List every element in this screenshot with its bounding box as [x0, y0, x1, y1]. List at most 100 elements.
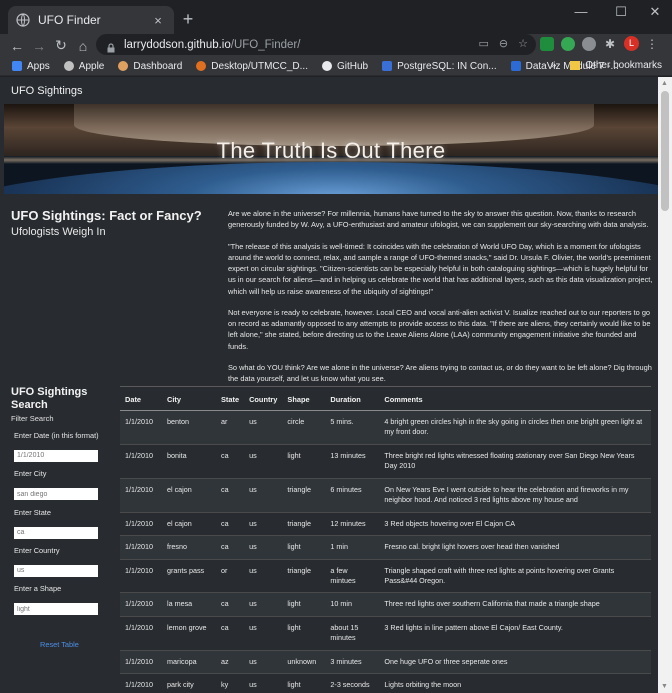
table-cell: el cajon — [162, 512, 216, 537]
table-header-row: Date City State Country Shape Duration C… — [120, 386, 651, 411]
table-cell: us — [244, 444, 283, 479]
table-cell: light — [282, 535, 326, 560]
bookmark-desktop[interactable]: Desktop/UTMCC_D... — [196, 61, 308, 72]
apple-icon — [63, 61, 74, 71]
table-row: 1/1/2010 park city ky us light 2-3 seconds Lig… — [120, 673, 651, 693]
menu-kebab-icon[interactable]: ⋮ — [646, 37, 658, 51]
shape-input[interactable] — [14, 603, 98, 616]
city-input[interactable] — [14, 488, 98, 501]
scroll-up-icon[interactable]: ▲ — [661, 80, 668, 87]
intro-heading-block: UFO Sightings: Fact or Fancy? Ufologists… — [11, 208, 221, 238]
puzzle-icon[interactable]: ✱ — [603, 37, 617, 51]
table-cell: 6 minutes — [325, 478, 380, 513]
table-cell: light — [282, 444, 326, 479]
column-header: Shape — [282, 386, 326, 411]
window-close-icon[interactable]: ✕ — [640, 4, 670, 20]
table-cell: us — [244, 478, 283, 513]
cast-icon[interactable]: ▭ — [479, 37, 489, 50]
table-cell: maricopa — [162, 650, 216, 675]
new-tab-button[interactable]: + — [178, 9, 198, 29]
date-input[interactable] — [14, 449, 98, 462]
github-icon — [321, 61, 332, 71]
table-cell: On New Years Eve I went outside to hear … — [379, 478, 651, 513]
navbar-brand[interactable]: UFO Sightings — [11, 85, 83, 97]
table-cell: lemon grove — [162, 616, 216, 651]
extension-icon[interactable] — [582, 36, 596, 51]
table-cell: 1/1/2010 — [120, 444, 162, 479]
maximize-icon[interactable]: ☐ — [606, 4, 636, 20]
bookmark-apps[interactable]: Apps — [12, 61, 50, 72]
forward-arrow-icon[interactable]: → — [28, 38, 50, 54]
table-cell: ar — [216, 410, 245, 445]
country-input[interactable] — [14, 564, 98, 577]
reload-icon[interactable]: ↻ — [50, 37, 72, 54]
browser-toolbar: ← → ↻ ⌂ larrydodson.github.io/UFO_Finder… — [0, 34, 672, 57]
table-cell: az — [216, 650, 245, 675]
star-icon[interactable]: ☆ — [518, 37, 528, 50]
table-cell: 1/1/2010 — [120, 616, 162, 651]
article-paragraph: "The release of this analysis is well-ti… — [228, 241, 653, 296]
table-cell: us — [244, 673, 283, 693]
page-content: UFO Sightings The Truth Is Out There UFO… — [0, 77, 658, 693]
tab-title: UFO Finder — [38, 13, 101, 27]
apps-grid-icon — [12, 61, 22, 71]
table-cell: ca — [216, 616, 245, 651]
table-cell: 1/1/2010 — [120, 650, 162, 675]
state-label: Enter State — [14, 507, 51, 517]
tab-close-icon[interactable]: × — [150, 13, 166, 28]
table-cell: us — [244, 592, 283, 617]
table-cell: light — [282, 592, 326, 617]
table-cell: light — [282, 616, 326, 651]
back-arrow-icon[interactable]: ← — [6, 38, 28, 54]
table-row: 1/1/2010 el cajon ca us triangle 12 minutes 3 … — [120, 512, 651, 537]
table-cell: benton — [162, 410, 216, 445]
page-scrollbar[interactable]: ▲ ▼ — [658, 77, 672, 693]
table-cell: el cajon — [162, 478, 216, 513]
extension-icon[interactable] — [540, 36, 554, 51]
home-icon[interactable]: ⌂ — [72, 38, 94, 54]
table-cell: 10 min — [325, 592, 380, 617]
table-cell: ca — [216, 592, 245, 617]
shield-icon[interactable] — [561, 36, 575, 51]
table-row: 1/1/2010 benton ar us circle 5 mins. 4 bright … — [120, 410, 651, 445]
browser-tab[interactable]: UFO Finder × — [8, 6, 174, 34]
bookmark-dashboard[interactable]: Dashboard — [118, 61, 182, 72]
avatar[interactable]: L — [624, 36, 639, 51]
table-cell: us — [244, 616, 283, 651]
bookmark-apple[interactable]: Apple — [63, 61, 104, 72]
table-cell: light — [282, 673, 326, 693]
column-header: Comments — [379, 386, 651, 411]
scroll-down-icon[interactable]: ▼ — [661, 683, 668, 690]
table-cell: ca — [216, 512, 245, 537]
table-cell: park city — [162, 673, 216, 693]
table-cell: us — [244, 410, 283, 445]
table-cell: ca — [216, 478, 245, 513]
table-cell: a few mintues — [325, 559, 380, 594]
zoom-icon[interactable]: ⊖ — [499, 37, 508, 50]
table-row: 1/1/2010 grants pass or us triangle a few min… — [120, 559, 651, 594]
table-row: 1/1/2010 el cajon ca us triangle 6 minutes On … — [120, 478, 651, 513]
state-input[interactable] — [14, 526, 98, 539]
article-paragraph: So what do YOU think? Are we alone in th… — [228, 362, 652, 383]
table-cell: 1/1/2010 — [120, 559, 162, 594]
bookmarks-overflow-icon[interactable]: » — [551, 60, 557, 71]
column-header: Country — [244, 386, 283, 411]
bookmark-postgresql[interactable]: PostgreSQL: IN Con... — [382, 61, 497, 72]
table-cell: Three red lights over southern Californi… — [379, 592, 651, 617]
scrollbar-thumb[interactable] — [661, 91, 669, 211]
table-cell: 3 minutes — [325, 650, 380, 675]
bookmark-github[interactable]: GitHub — [321, 61, 368, 72]
reset-table-button[interactable]: Reset Table — [40, 640, 79, 649]
filter-form: Enter Date (in this format) Enter City E… — [14, 431, 110, 623]
shape-label: Enter a Shape — [14, 584, 62, 594]
other-bookmarks[interactable]: Other bookmarks — [585, 60, 662, 71]
table-cell: 1/1/2010 — [120, 592, 162, 617]
table-cell: or — [216, 559, 245, 594]
table-cell: 3 Red objects hovering over El Cajon CA — [379, 512, 651, 537]
table-cell: 1/1/2010 — [120, 410, 162, 445]
minimize-icon[interactable]: — — [566, 4, 596, 19]
table-row: 1/1/2010 fresno ca us light 1 min Fresno cal. … — [120, 535, 651, 560]
table-cell: 12 minutes — [325, 512, 380, 537]
address-bar[interactable]: larrydodson.github.io/UFO_Finder/ ▭ ⊖ ☆ — [96, 34, 536, 55]
table-body: 1/1/2010 benton ar us circle 5 mins. 4 bright … — [120, 410, 651, 693]
